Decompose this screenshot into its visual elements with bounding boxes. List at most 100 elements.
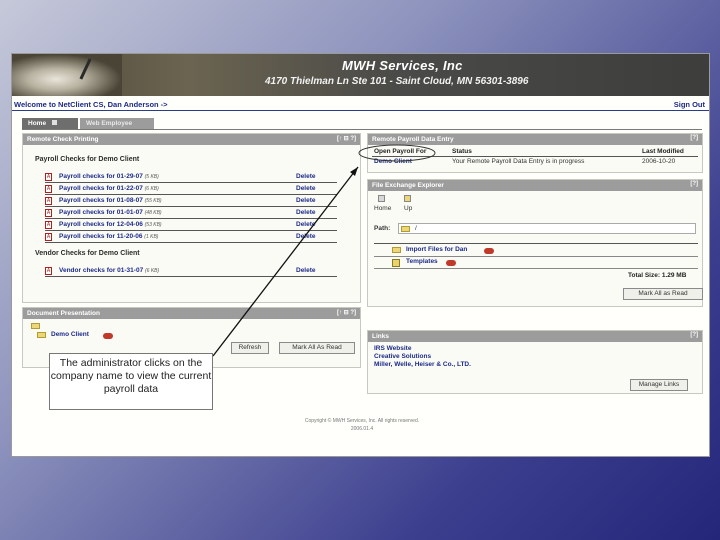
new-badge-icon (484, 248, 494, 254)
mark-all-read-button[interactable]: Mark All As Read (279, 342, 355, 354)
check-row: A Payroll checks for 01-08-07 (55 KB) De… (45, 196, 337, 207)
link-creative-solutions[interactable]: Creative Solutions (374, 353, 431, 360)
links-panel: Links [?] IRS Website Creative Solutions… (367, 330, 703, 394)
delete-link[interactable]: Delete (296, 233, 316, 240)
check-link[interactable]: Payroll checks for 12-04-06 (53 KB) (59, 221, 162, 228)
vendor-checks-heading: Vendor Checks for Demo Client (35, 250, 140, 257)
copyright-text: Copyright © MWH Services, Inc. All right… (304, 418, 420, 424)
check-link[interactable]: Payroll checks for 01-22-07 (6 KB) (59, 185, 159, 192)
tab-web-employee-label: Web Employee (86, 120, 133, 127)
file-size: (6 KB) (144, 186, 159, 192)
tab-web-employee[interactable]: Web Employee (80, 118, 154, 129)
folder-icon (37, 332, 46, 338)
client-folder-link[interactable]: Demo Client (51, 331, 89, 338)
welcome-bar: Welcome to NetClient CS, Dan Anderson ->… (12, 98, 709, 111)
delete-link[interactable]: Delete (296, 197, 316, 204)
tab-home[interactable]: Home (22, 118, 78, 129)
manage-links-button[interactable]: Manage Links (630, 379, 688, 391)
check-row: A Payroll checks for 11-20-06 (1 KB) Del… (45, 232, 337, 243)
file-exchange-header: File Exchange Explorer [?] (368, 180, 702, 191)
check-row: A Payroll checks for 01-22-07 (6 KB) Del… (45, 184, 337, 195)
instruction-callout: The administrator clicks on the company … (49, 353, 213, 410)
check-label: Payroll checks for 11-20-06 (59, 233, 143, 240)
company-address: 4170 Thielman Ln Ste 101 - Saint Cloud, … (265, 76, 529, 87)
links-title: Links (372, 333, 389, 340)
panel-controls[interactable]: [↑ ⊟ ?] (337, 309, 356, 316)
check-row: A Payroll checks for 01-01-07 (48 KB) De… (45, 208, 337, 219)
company-name: MWH Services, Inc (342, 58, 463, 73)
last-modified-date: 2006-10-20 (642, 158, 676, 165)
pdf-icon: A (45, 267, 52, 275)
folder-icon (31, 323, 40, 329)
check-link[interactable]: Payroll checks for 11-20-06 (1 KB) (59, 233, 158, 240)
check-printing-panel: Remote Check Printing [↑ ⊟ ?] Payroll Ch… (22, 133, 361, 303)
delete-link[interactable]: Delete (296, 173, 316, 180)
delete-link[interactable]: Delete (296, 267, 316, 274)
delete-link[interactable]: Delete (296, 185, 316, 192)
payroll-data-entry-title: Remote Payroll Data Entry (372, 136, 454, 143)
folder-icon (401, 226, 410, 232)
templates-icon (392, 259, 400, 267)
column-last-modified: Last Modified (642, 148, 684, 155)
home-icon[interactable] (378, 195, 385, 202)
folder-link-templates[interactable]: Templates (406, 258, 438, 265)
help-control[interactable]: [?] (690, 135, 698, 141)
folder-icon (392, 247, 401, 253)
tab-home-label: Home (28, 120, 47, 127)
help-control[interactable]: [?] (690, 332, 698, 338)
file-size: (48 KB) (144, 210, 162, 216)
tab-divider (22, 129, 702, 130)
welcome-text: Welcome to NetClient CS, Dan Anderson -> (14, 100, 168, 109)
column-status: Status (452, 148, 472, 155)
help-control[interactable]: [?] (690, 181, 698, 187)
up-folder-icon[interactable] (404, 195, 411, 202)
delete-link[interactable]: Delete (296, 209, 316, 216)
demo-client-link[interactable]: Demo Client (374, 158, 412, 165)
check-link[interactable]: Payroll checks for 01-01-07 (48 KB) (59, 209, 162, 216)
home-tab-icon (52, 120, 58, 125)
link-miller-welle[interactable]: Miller, Welle, Heiser & Co., LTD. (374, 361, 471, 368)
row-divider (374, 268, 698, 269)
check-row: A Payroll checks for 12-04-06 (53 KB) De… (45, 220, 337, 231)
document-presentation-header: Document Presentation [↑ ⊟ ?] (23, 308, 360, 319)
path-label: Path: (374, 225, 391, 232)
total-size: Total Size: 1.29 MB (628, 272, 687, 279)
row-divider (374, 256, 698, 257)
path-field[interactable]: / (398, 223, 696, 234)
check-label: Payroll checks for 01-22-07 (59, 185, 143, 192)
check-link[interactable]: Payroll checks for 01-08-07 (55 KB) (59, 197, 162, 204)
pdf-icon: A (45, 221, 52, 229)
check-label: Payroll checks for 01-29-07 (59, 173, 143, 180)
new-badge-icon (446, 260, 456, 266)
payroll-data-entry-header: Remote Payroll Data Entry [?] (368, 134, 702, 145)
pdf-icon: A (45, 173, 52, 181)
payroll-checks-heading: Payroll Checks for Demo Client (35, 156, 140, 163)
pdf-icon: A (45, 185, 52, 193)
new-badge-icon (103, 333, 113, 339)
link-irs[interactable]: IRS Website (374, 345, 411, 352)
up-nav-link[interactable]: Up (404, 205, 412, 212)
refresh-button[interactable]: Refresh (231, 342, 269, 354)
version-text: 2006.01.4 (350, 426, 374, 432)
path-value: / (415, 225, 417, 232)
check-label: Payroll checks for 01-08-07 (59, 197, 143, 204)
file-size: (53 KB) (144, 222, 162, 228)
file-size: (1 KB) (144, 234, 159, 240)
folder-link-import[interactable]: Import Files for Dan (406, 246, 467, 253)
home-nav-link[interactable]: Home (374, 205, 391, 212)
file-size: (6 KB) (145, 268, 160, 274)
panel-controls[interactable]: [↑ ⊟ ?] (337, 135, 356, 142)
check-label: Payroll checks for 12-04-06 (59, 221, 143, 228)
payroll-data-entry-panel: Remote Payroll Data Entry [?] Open Payro… (367, 133, 703, 173)
delete-link[interactable]: Delete (296, 221, 316, 228)
payroll-status: Your Remote Payroll Data Entry is in pro… (452, 158, 585, 165)
file-exchange-title: File Exchange Explorer (372, 182, 444, 189)
list-divider (374, 243, 698, 244)
mark-all-read-button[interactable]: Mark All as Read (623, 288, 703, 300)
sign-out-link[interactable]: Sign Out (674, 100, 705, 109)
check-row: A Vendor checks for 01-31-07 (6 KB) Dele… (45, 266, 337, 277)
check-printing-title: Remote Check Printing (27, 136, 99, 143)
links-header: Links [?] (368, 331, 702, 342)
check-link[interactable]: Vendor checks for 01-31-07 (6 KB) (59, 267, 159, 274)
check-link[interactable]: Payroll checks for 01-29-07 (5 KB) (59, 173, 159, 180)
